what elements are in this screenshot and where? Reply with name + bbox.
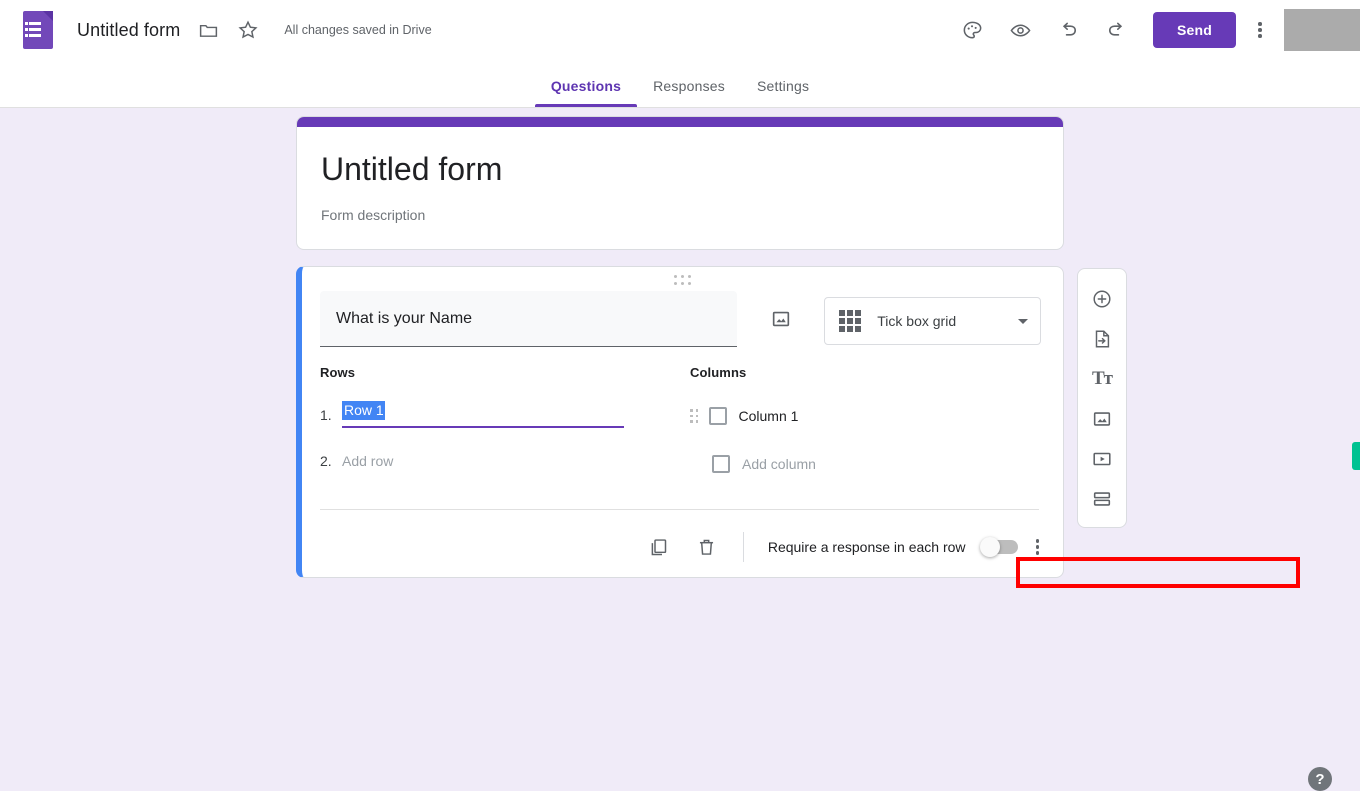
google-forms-logo-icon[interactable] (23, 11, 53, 49)
add-column-label: Add column (742, 456, 816, 472)
question-footer: Require a response in each row (302, 519, 1063, 575)
send-button[interactable]: Send (1152, 12, 1236, 48)
require-response-label: Require a response in each row (767, 539, 966, 555)
avatar[interactable] (1284, 9, 1360, 51)
add-video-icon[interactable] (1090, 447, 1114, 471)
form-description[interactable]: Form description (321, 207, 1039, 223)
row-item-1[interactable]: 1. Row 1 (320, 400, 690, 430)
star-icon[interactable] (236, 18, 260, 42)
add-column-item[interactable]: Add column (712, 448, 1020, 480)
duplicate-icon[interactable] (647, 535, 671, 559)
question-title-field[interactable]: What is your Name (320, 291, 738, 347)
trash-icon[interactable] (695, 535, 719, 559)
redo-icon[interactable] (1105, 18, 1129, 42)
footer-divider (742, 532, 744, 562)
form-header-card: Untitled form Form description (296, 116, 1064, 250)
tab-questions[interactable]: Questions (534, 78, 638, 107)
app-bar-actions: Send (961, 9, 1360, 51)
palette-icon[interactable] (961, 18, 985, 42)
question-divider (320, 509, 1039, 510)
add-row-item[interactable]: 2. Add row (320, 446, 690, 476)
form-title[interactable]: Untitled form (321, 149, 1039, 189)
drag-handle-icon[interactable] (302, 275, 1063, 286)
rows-heading: Rows (320, 365, 356, 380)
tab-bar: Questions Responses Settings (0, 60, 1360, 108)
chevron-down-icon (1018, 318, 1028, 324)
tab-responses[interactable]: Responses (637, 78, 741, 107)
rows-column: Rows 1. Row 1 2. Add row (320, 365, 690, 480)
add-section-icon[interactable] (1090, 487, 1114, 511)
column-1-value[interactable]: Column 1 (739, 408, 799, 424)
checkbox-unchecked-icon (712, 455, 730, 473)
eye-preview-icon[interactable] (1009, 18, 1033, 42)
help-icon[interactable]: ? (1308, 767, 1332, 791)
columns-heading: Columns (690, 365, 747, 380)
grid-icon (839, 310, 862, 332)
add-title-description-icon[interactable]: Tт (1090, 367, 1114, 391)
form-canvas: Untitled form Form description What is y… (0, 108, 1360, 791)
add-row-number: 2. (320, 453, 332, 469)
add-item-toolbar: Tт (1077, 268, 1127, 528)
edge-indicator (1352, 442, 1360, 470)
toggle-knob (979, 537, 1000, 557)
undo-icon[interactable] (1057, 18, 1081, 42)
require-response-toggle[interactable] (979, 537, 1018, 557)
question-type-label: Tick box grid (877, 313, 957, 329)
add-question-icon[interactable] (1090, 287, 1114, 311)
add-image-icon[interactable] (1090, 407, 1114, 431)
question-type-select[interactable]: Tick box grid (824, 297, 1041, 345)
drag-handle-icon[interactable] (690, 409, 699, 423)
checkbox-unchecked-icon[interactable] (708, 407, 727, 425)
add-image-icon[interactable] (769, 307, 792, 331)
document-title[interactable]: Untitled form (77, 20, 180, 41)
row-1-value: Row 1 (342, 401, 385, 420)
tab-settings[interactable]: Settings (741, 78, 825, 107)
question-more-options-icon[interactable] (1035, 538, 1039, 556)
column-item-1[interactable]: Column 1 (690, 400, 1020, 432)
row-number: 1. (320, 407, 332, 423)
row-1-input[interactable]: Row 1 (342, 401, 624, 428)
rows-columns-area: Rows 1. Row 1 2. Add row Columns Column … (320, 365, 1036, 480)
question-card[interactable]: What is your Name Tick box grid Rows 1. … (296, 266, 1300, 588)
logo-list-lines (25, 22, 41, 40)
more-vertical-icon[interactable] (1248, 18, 1272, 42)
folder-icon[interactable] (196, 18, 220, 42)
save-status: All changes saved in Drive (284, 23, 432, 37)
question-title-text: What is your Name (336, 309, 473, 327)
add-row-label: Add row (342, 453, 394, 469)
columns-column: Columns Column 1 Add column (690, 365, 1020, 480)
import-questions-icon[interactable] (1090, 327, 1114, 351)
form-accent-bar (297, 117, 1063, 127)
app-bar: Untitled form All changes saved in Drive (0, 0, 1360, 60)
